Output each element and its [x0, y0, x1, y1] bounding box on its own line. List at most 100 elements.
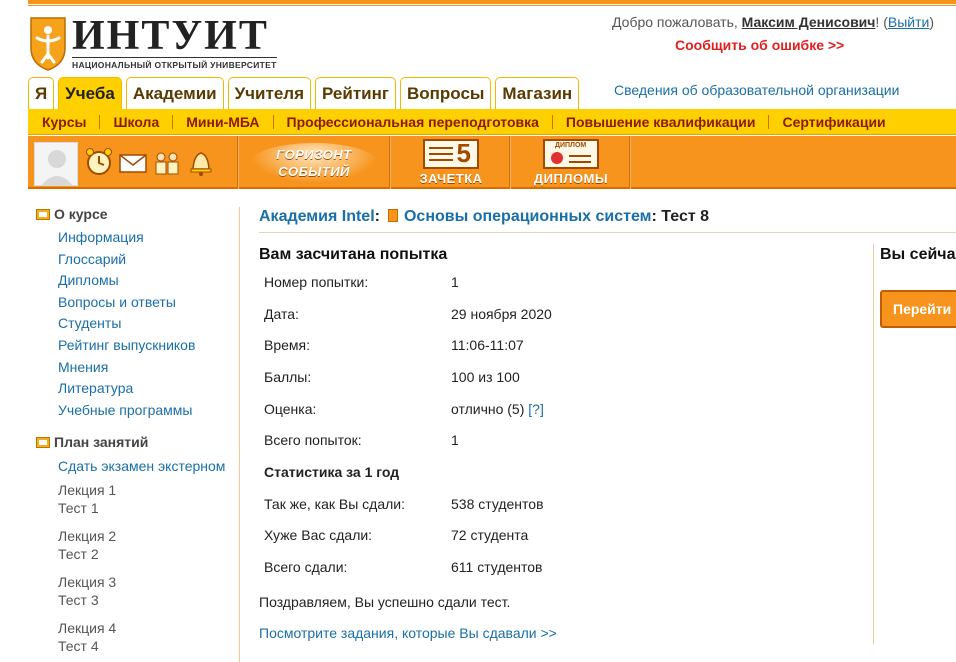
logo-emblem-icon: [30, 17, 66, 71]
test-title: Тест 3: [58, 592, 99, 609]
logo-subtitle: НАЦИОНАЛЬНЫЙ ОТКРЫТЫЙ УНИВЕРСИТЕТ: [72, 57, 277, 70]
sidebar-divider: [239, 207, 240, 662]
tab-questions[interactable]: Вопросы: [399, 77, 492, 109]
welcome-suffix: ! (: [875, 14, 888, 30]
sidebar-item-literature[interactable]: Литература: [28, 378, 233, 400]
row-value: 11:06-11:07: [451, 337, 524, 354]
org-info-link[interactable]: Сведения об образовательной организации: [614, 82, 899, 98]
breadcrumb-test: : Тест 8: [651, 208, 710, 225]
subnav-school[interactable]: Школа: [105, 114, 167, 130]
logout-link[interactable]: Выйти: [888, 14, 929, 30]
table-row: Время: 11:06-11:07: [264, 329, 552, 361]
congrats-message: Поздравляем, Вы успешно сдали тест.: [259, 594, 511, 610]
toolbar-divider: [237, 136, 239, 189]
lecture-title: Лекция 2: [58, 528, 117, 545]
breadcrumb-course[interactable]: Основы операционных систем: [404, 208, 652, 225]
row-label: Оценка:: [264, 400, 317, 417]
toolbar-divider: [629, 136, 631, 189]
subnav-divider: [172, 114, 174, 129]
sub-navigation: Курсы Школа Мини-МБА Профессиональная пе…: [28, 109, 956, 135]
breadcrumb: Академия Intel: Основы операционных систе…: [259, 208, 709, 226]
tab-academies[interactable]: Академии: [125, 77, 224, 109]
lecture-title: Лекция 4: [58, 620, 117, 637]
record-book-button[interactable]: 5 ЗАЧЕТКА: [394, 136, 508, 189]
right-panel-divider: [873, 244, 874, 644]
intuit-logo[interactable]: ИНТУИТ НАЦИОНАЛЬНЫЙ ОТКРЫТЫЙ УНИВЕРСИТЕТ: [28, 14, 294, 72]
alarm-clock-icon[interactable]: [84, 147, 114, 177]
test-title: Тест 2: [58, 546, 99, 563]
view-tasks-link[interactable]: Посмотрите задания, которые Вы сдавали >…: [259, 625, 557, 641]
sidebar-item-glossary[interactable]: Глоссарий: [28, 249, 233, 271]
logo-wordmark: ИНТУИТ: [72, 13, 269, 59]
subnav-qualification[interactable]: Повышение квалификации: [558, 114, 764, 130]
diploma-icon: ДИПЛОМ: [543, 139, 599, 169]
row-label: Номер попытки:: [264, 273, 369, 290]
tab-teachers[interactable]: Учителя: [227, 77, 312, 109]
group-people-icon[interactable]: [152, 147, 182, 177]
mail-envelope-icon[interactable]: [118, 147, 148, 177]
subnav-certifications[interactable]: Сертификации: [774, 114, 893, 130]
result-table: Номер попытки: 1 Дата: 29 ноября 2020 Вр…: [264, 266, 552, 583]
tab-rating[interactable]: Рейтинг: [315, 77, 396, 109]
user-name-link[interactable]: Максим Денисович: [742, 14, 876, 30]
tab-me[interactable]: Я: [28, 77, 55, 109]
grade-help-link[interactable]: [?]: [528, 401, 544, 417]
subnav-divider: [272, 114, 274, 129]
tab-shop[interactable]: Магазин: [495, 77, 580, 109]
sidebar-item-diplomas[interactable]: Дипломы: [28, 270, 233, 292]
event-horizon-banner: ГОРИЗОНТ СОБЫТИЙ: [250, 143, 378, 183]
sidebar-item-graduate-rating[interactable]: Рейтинг выпускников: [28, 335, 233, 357]
tab-study[interactable]: Учеба: [58, 77, 122, 109]
sidebar-item-students[interactable]: Студенты: [28, 313, 233, 335]
main-tabs: Я Учеба Академии Учителя Рейтинг Вопросы…: [28, 77, 580, 109]
top-rule-thin: [28, 5, 956, 6]
row-value: отлично (5) [?]: [451, 401, 544, 417]
test-title: Тест 4: [58, 638, 99, 655]
bell-icon[interactable]: [186, 147, 216, 177]
sidebar-item-qa[interactable]: Вопросы и ответы: [28, 292, 233, 314]
user-avatar[interactable]: [34, 142, 78, 186]
subnav-mini-mba[interactable]: Мини-МБА: [178, 114, 267, 130]
row-value: 538 студентов: [451, 495, 544, 512]
go-button[interactable]: Перейти: [880, 290, 956, 328]
stats-heading: Статистика за 1 год: [264, 463, 400, 480]
book-icon: [387, 209, 398, 222]
subnav-courses[interactable]: Курсы: [34, 114, 94, 130]
diplomas-button[interactable]: ДИПЛОМ ДИПЛОМЫ: [514, 136, 628, 189]
event-horizon-label: ГОРИЗОНТ СОБЫТИЙ: [276, 147, 352, 179]
sidebar-item-programs[interactable]: Учебные программы: [28, 400, 233, 422]
row-value: 1: [451, 432, 459, 449]
breadcrumb-colon: :: [374, 208, 380, 225]
table-row: Оценка: отлично (5) [?]: [264, 393, 552, 425]
row-label: Хуже Вас сдали:: [264, 527, 373, 544]
row-label: Баллы:: [264, 368, 312, 385]
report-error-link[interactable]: Сообщить об ошибке >>: [675, 37, 844, 53]
sidebar-item-external-exam[interactable]: Сдать экзамен экстерном: [28, 457, 233, 475]
test-title: Тест 1: [58, 500, 99, 517]
table-row: Хуже Вас сдали: 72 студента: [264, 520, 552, 552]
breadcrumb-academy[interactable]: Академия Intel: [259, 208, 375, 225]
table-row: Баллы: 100 из 100: [264, 361, 552, 393]
lecture-item: Лекция 4 Тест 4: [28, 619, 233, 655]
row-value: 611 студентов: [451, 559, 543, 576]
sidebar-item-opinions[interactable]: Мнения: [28, 357, 233, 379]
sidebar-item-info[interactable]: Информация: [28, 227, 233, 249]
lecture-title: Лекция 1: [58, 482, 117, 499]
row-value: 100 из 100: [451, 368, 520, 385]
welcome-line: Добро пожаловать, Максим Денисович! (Вый…: [612, 14, 934, 30]
breadcrumb-divider: [259, 232, 956, 233]
toolbar-divider: [509, 136, 511, 189]
welcome-prefix: Добро пожаловать,: [612, 14, 742, 30]
diploma-badge-text: ДИПЛОМ: [555, 142, 587, 149]
toolbar-divider: [389, 136, 391, 189]
row-value: 72 студента: [451, 527, 529, 544]
record-book-icon: 5: [423, 138, 479, 169]
subnav-divider: [551, 114, 553, 129]
event-horizon-button[interactable]: ГОРИЗОНТ СОБЫТИЙ: [242, 136, 386, 189]
subnav-retraining[interactable]: Профессиональная переподготовка: [279, 114, 547, 130]
lecture-item: Лекция 3 Тест 3: [28, 573, 233, 609]
orange-toolbar: ГОРИЗОНТ СОБЫТИЙ 5 ЗАЧЕТКА ДИПЛОМ ДИПЛОМ…: [28, 136, 956, 189]
sidebar-section-about[interactable]: О курсе: [28, 200, 233, 228]
sidebar-section-plan[interactable]: План занятий: [28, 428, 233, 456]
table-row: Так же, как Вы сдали: 538 студентов: [264, 488, 552, 520]
